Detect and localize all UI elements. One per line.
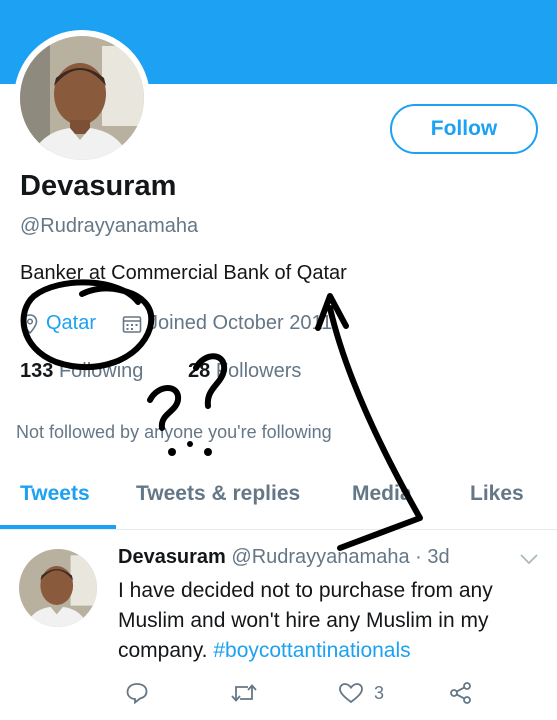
calendar-icon: [122, 315, 142, 333]
following-label: Following: [58, 360, 144, 382]
share-icon: [450, 682, 471, 704]
tweet-separator: ·: [415, 546, 422, 568]
tabs-divider: [0, 529, 557, 530]
like-action[interactable]: 3: [338, 682, 384, 704]
not-followed-text: Not followed by anyone you're following: [16, 422, 332, 442]
follow-button[interactable]: Follow: [390, 104, 538, 154]
tab-likes[interactable]: Likes: [470, 482, 524, 506]
tweet-avatar[interactable]: [19, 549, 97, 627]
chevron-down-icon[interactable]: [519, 552, 539, 566]
retweet-action[interactable]: [230, 682, 258, 704]
scribble-dots: [168, 441, 212, 456]
reply-icon: [126, 683, 148, 704]
reply-action[interactable]: [125, 682, 149, 704]
tweet-text: I have decided not to purchase from any …: [118, 576, 538, 666]
profile-name: Devasuram: [20, 170, 177, 202]
retweet-icon: [231, 684, 257, 702]
joined-text: Joined October 2011: [148, 312, 333, 334]
like-icon: [339, 683, 363, 704]
profile-handle: @Rudrayyanamaha: [20, 215, 199, 237]
followers-stat[interactable]: 28 Followers: [188, 360, 301, 383]
like-count: 3: [374, 682, 385, 703]
tweet-author-name[interactable]: Devasuram: [118, 546, 226, 568]
tweet-header: Devasuram @Rudrayyanamaha · 3d: [118, 546, 450, 569]
followers-count: 28: [188, 360, 211, 382]
tab-media[interactable]: Media: [352, 482, 412, 506]
location-text[interactable]: Qatar: [46, 312, 96, 335]
profile-avatar[interactable]: [20, 36, 144, 160]
tab-tweets[interactable]: Tweets: [20, 482, 90, 506]
followers-label: Followers: [215, 360, 302, 382]
scribble-arrow: [315, 293, 423, 551]
profile-location[interactable]: Qatar: [22, 312, 96, 335]
profile-joined: Joined October 2011: [122, 312, 332, 335]
location-icon: [22, 313, 38, 334]
following-stat[interactable]: 133 Following: [20, 360, 143, 383]
tweet-author-handle[interactable]: @Rudrayyanamaha: [231, 546, 409, 568]
tab-tweets-replies[interactable]: Tweets & replies: [136, 482, 300, 506]
tweet-hashtag[interactable]: #boycottantinationals: [213, 639, 410, 662]
tweet-time[interactable]: 3d: [427, 546, 449, 568]
share-action[interactable]: [449, 682, 473, 704]
profile-bio: Banker at Commercial Bank of Qatar: [20, 262, 347, 284]
following-count: 133: [20, 360, 54, 382]
